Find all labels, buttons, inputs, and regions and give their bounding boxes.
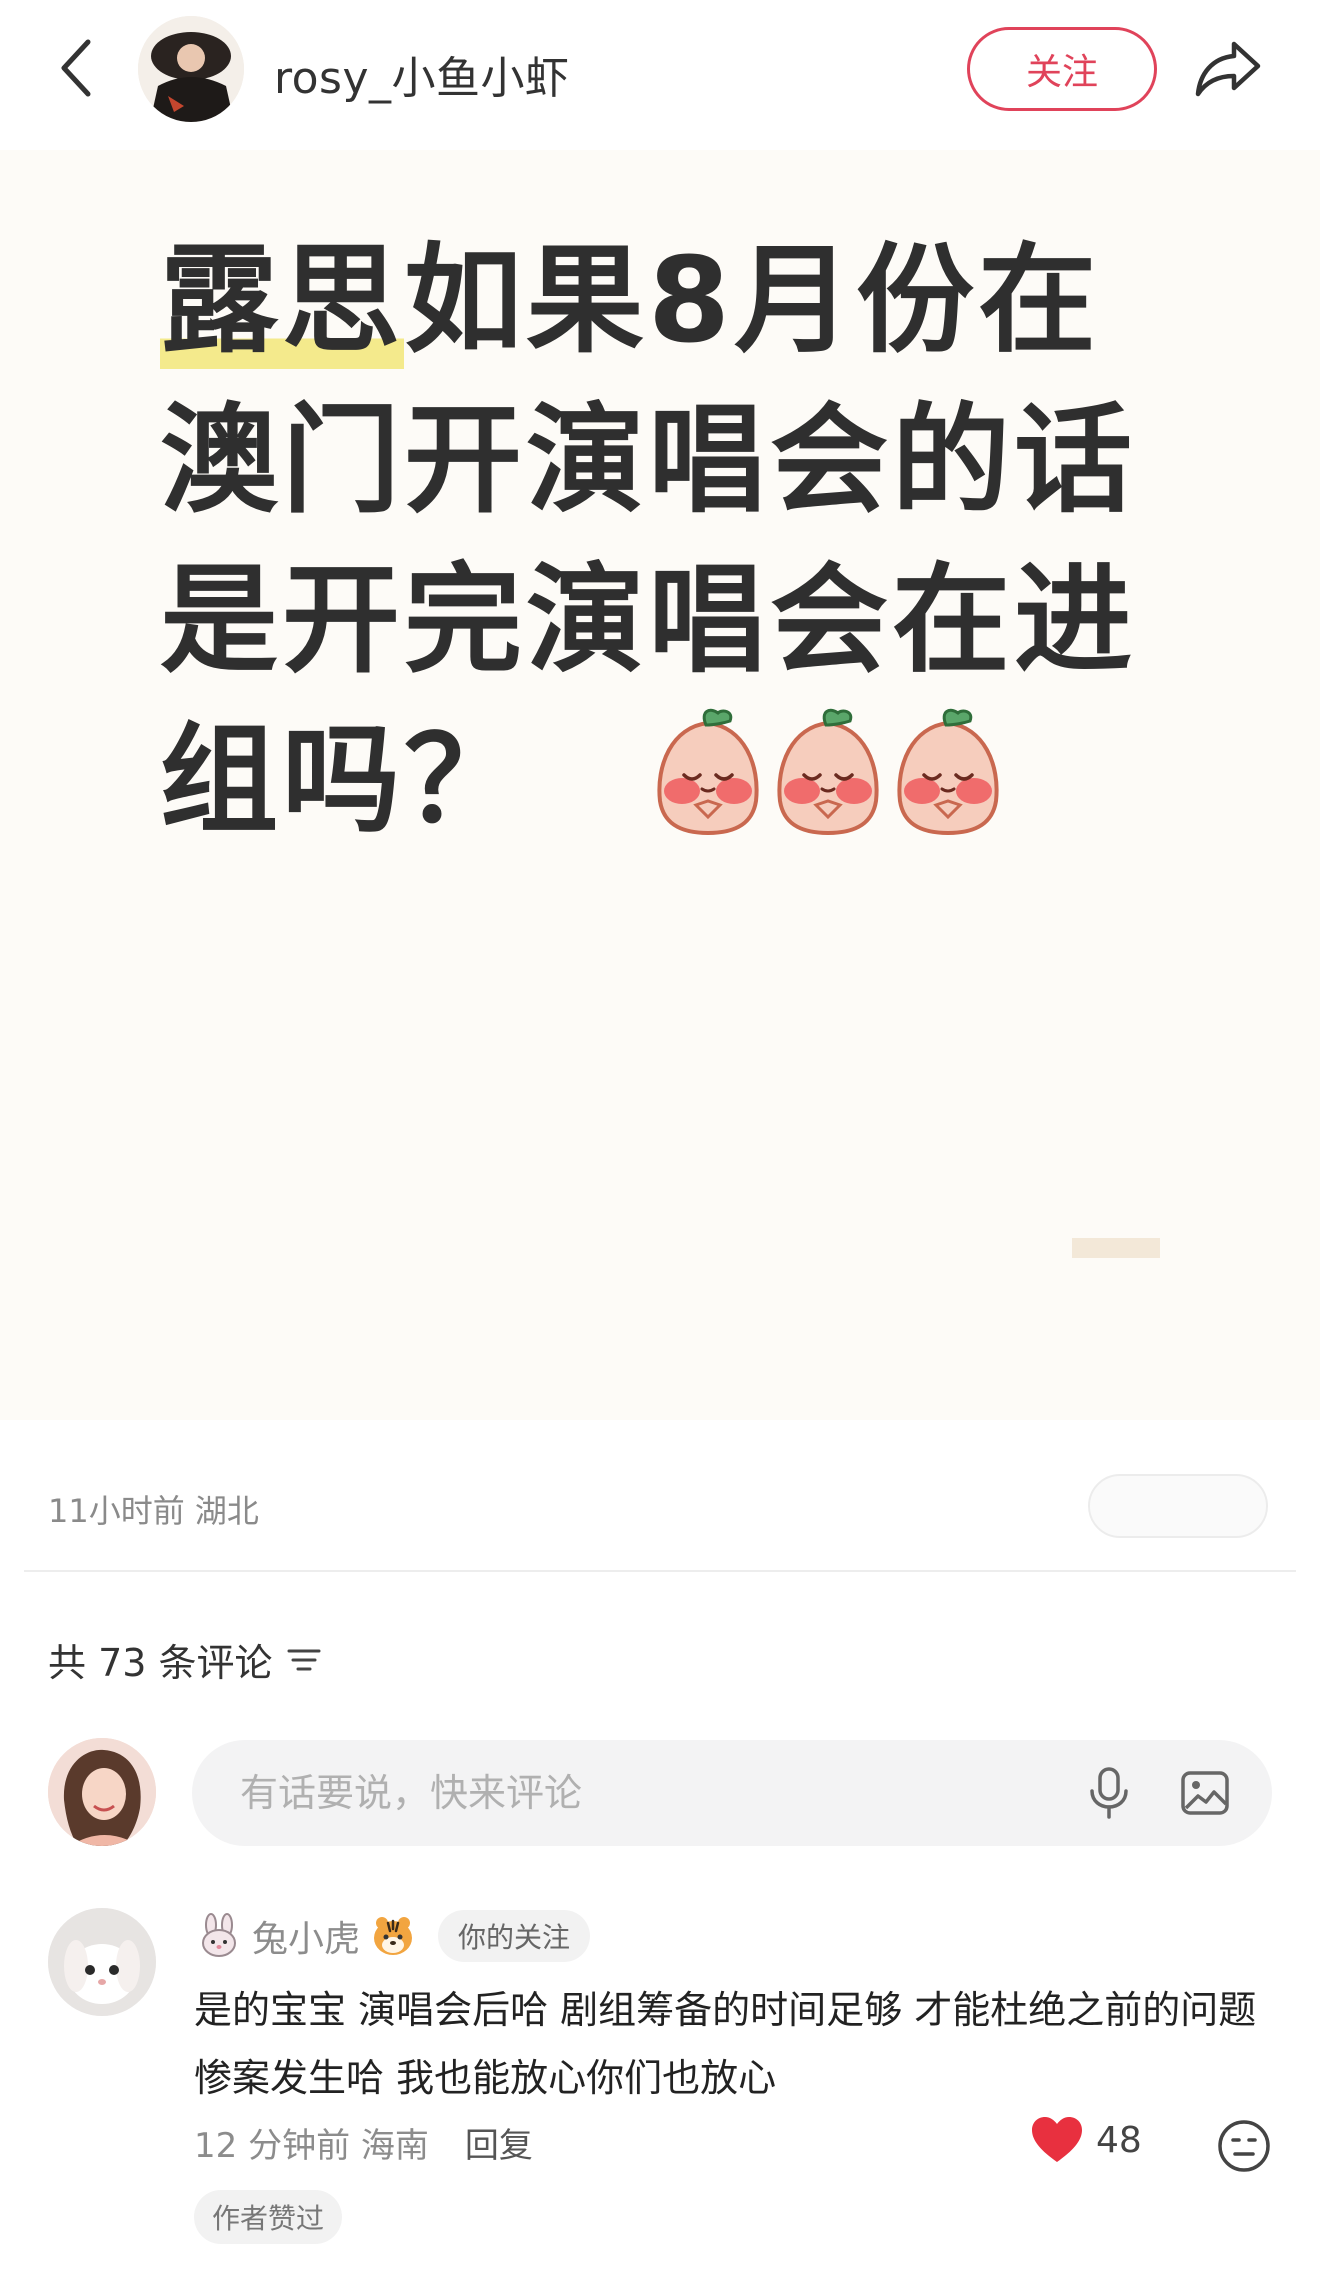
- note-image-card[interactable]: 露思如果8月份在澳门开演唱会的话是开完演唱会在进组吗？: [0, 150, 1320, 1420]
- emoji-reaction-icon[interactable]: [1216, 2118, 1272, 2174]
- voice-button[interactable]: [1082, 1766, 1136, 1820]
- comment-input-box[interactable]: [192, 1740, 1272, 1846]
- rabbit-icon: [202, 1913, 236, 1957]
- follow-button[interactable]: 关注: [967, 27, 1157, 111]
- comment-input[interactable]: [240, 1740, 1040, 1846]
- image-button[interactable]: [1178, 1766, 1232, 1820]
- comment-count-row[interactable]: 共 73 条评论: [48, 1632, 321, 1687]
- microphone-icon: [1090, 1767, 1128, 1819]
- comment-meta: 12 分钟前 海南 回复: [194, 2118, 533, 2167]
- image-icon: [1181, 1771, 1229, 1815]
- title-highlight: 露思: [160, 231, 405, 369]
- chevron-left-icon: [61, 39, 91, 97]
- commenter-name[interactable]: 兔小虎: [252, 1910, 360, 1962]
- comment-text[interactable]: 是的宝宝 演唱会后哈 剧组筹备的时间足够 才能杜绝之前的问题惨案发生哈 我也能放…: [194, 1976, 1284, 2112]
- share-icon: [1195, 41, 1261, 97]
- tiger-icon: [374, 1917, 413, 1955]
- following-tag: 你的关注: [438, 1910, 591, 1962]
- my-avatar[interactable]: [48, 1738, 156, 1846]
- shy-peach-emoji-icon: [657, 708, 759, 835]
- heart-icon: [1032, 2117, 1082, 2162]
- commenter-row: 兔小虎 你的关注: [196, 1910, 591, 1962]
- author-avatar[interactable]: [138, 16, 244, 122]
- reply-button[interactable]: 回复: [465, 2118, 533, 2167]
- back-button[interactable]: [50, 38, 100, 98]
- shy-peach-emoji-icon: [897, 708, 999, 835]
- commenter-avatar[interactable]: [48, 1908, 156, 2016]
- comment-count: 共 73 条评论: [48, 1641, 273, 1685]
- author-liked-badge: 作者赞过: [194, 2190, 343, 2244]
- divider: [24, 1570, 1296, 1572]
- emoji-row: [648, 705, 1008, 835]
- post-time-location: 11小时前 湖北: [48, 1492, 259, 1530]
- shy-peach-emoji-icon: [777, 708, 879, 835]
- action-pill[interactable]: [1088, 1474, 1268, 1538]
- author-name[interactable]: rosy_小鱼小虾: [274, 42, 570, 106]
- sort-icon[interactable]: [287, 1643, 321, 1677]
- like-button[interactable]: 48: [1030, 2116, 1142, 2164]
- comment-time-location: 12 分钟前 海南: [194, 2126, 429, 2166]
- decorative-bar: [1072, 1238, 1160, 1258]
- share-button[interactable]: [1192, 36, 1264, 102]
- like-count: 48: [1096, 2119, 1142, 2161]
- top-bar: rosy_小鱼小虾 关注: [0, 0, 1320, 150]
